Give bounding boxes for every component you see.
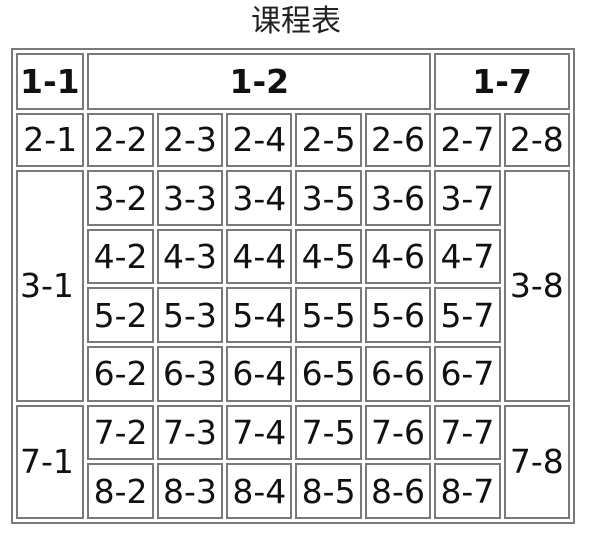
table-cell: 2-1 <box>16 112 85 168</box>
table-row: 3-1 3-2 3-3 3-4 3-5 3-6 3-7 3-8 <box>16 170 570 402</box>
table-cell: 5-3 <box>156 287 224 344</box>
table-cell: 5-4 <box>226 287 293 344</box>
header-cell-1-7: 1-7 <box>434 53 570 110</box>
table-cell: 3-5 <box>295 170 362 226</box>
table-cell: 8-4 <box>226 463 293 519</box>
table-cell: 7-2 <box>87 404 154 461</box>
table-cell: 5-5 <box>295 287 362 344</box>
header-cell-1-2: 1-2 <box>87 53 432 110</box>
table-row: 8-2 8-3 8-4 8-5 8-6 8-7 <box>16 463 570 519</box>
table-cell: 4-6 <box>364 228 432 285</box>
table-cell: 2-5 <box>295 112 362 168</box>
merged-cell-3-1: 3-1 <box>16 170 85 402</box>
table-cell: 3-7 <box>434 170 501 226</box>
table-cell: 6-6 <box>364 346 432 402</box>
table-cell: 3-6 <box>364 170 432 226</box>
table-cell: 7-4 <box>226 404 293 461</box>
table-cell: 2-8 <box>503 112 570 168</box>
table-cell: 8-2 <box>87 463 154 519</box>
table-cell: 7-7 <box>434 404 501 461</box>
table-cell: 4-7 <box>434 228 501 285</box>
table-cell: 2-2 <box>87 112 154 168</box>
header-row: 1-1 1-2 1-7 <box>16 53 570 110</box>
table-cell: 6-2 <box>87 346 154 402</box>
merged-cell-3-8: 3-8 <box>503 170 570 402</box>
table-cell: 2-6 <box>364 112 432 168</box>
table-row: 4-2 4-3 4-4 4-5 4-6 4-7 <box>16 228 570 285</box>
table-row: 6-2 6-3 6-4 6-5 6-6 6-7 <box>16 346 570 402</box>
schedule-table: 1-1 1-2 1-7 2-1 2-2 2-3 2-4 2-5 2-6 2-7 … <box>11 48 575 524</box>
table-cell: 5-6 <box>364 287 432 344</box>
table-cell: 2-7 <box>434 112 501 168</box>
table-cell: 3-3 <box>156 170 224 226</box>
table-cell: 2-3 <box>156 112 224 168</box>
table-cell: 4-2 <box>87 228 154 285</box>
header-cell-1-1: 1-1 <box>16 53 85 110</box>
table-cell: 3-4 <box>226 170 293 226</box>
table-cell: 8-6 <box>364 463 432 519</box>
table-cell: 8-3 <box>156 463 224 519</box>
table-cell: 7-3 <box>156 404 224 461</box>
table-cell: 6-4 <box>226 346 293 402</box>
table-cell: 6-7 <box>434 346 501 402</box>
table-cell: 5-7 <box>434 287 501 344</box>
merged-cell-7-1: 7-1 <box>16 404 85 519</box>
table-cell: 4-4 <box>226 228 293 285</box>
table-row: 2-1 2-2 2-3 2-4 2-5 2-6 2-7 2-8 <box>16 112 570 168</box>
table-cell: 8-5 <box>295 463 362 519</box>
table-cell: 5-2 <box>87 287 154 344</box>
table-cell: 4-5 <box>295 228 362 285</box>
table-cell: 6-5 <box>295 346 362 402</box>
table-cell: 3-2 <box>87 170 154 226</box>
table-row: 7-1 7-2 7-3 7-4 7-5 7-6 7-7 7-8 <box>16 404 570 519</box>
table-cell: 8-7 <box>434 463 501 519</box>
merged-cell-7-8: 7-8 <box>503 404 570 519</box>
table-cell: 4-3 <box>156 228 224 285</box>
table-cell: 2-4 <box>226 112 293 168</box>
table-caption: 课程表 <box>251 4 341 39</box>
table-row: 5-2 5-3 5-4 5-5 5-6 5-7 <box>16 287 570 344</box>
table-cell: 7-6 <box>364 404 432 461</box>
table-cell: 7-5 <box>295 404 362 461</box>
table-cell: 6-3 <box>156 346 224 402</box>
